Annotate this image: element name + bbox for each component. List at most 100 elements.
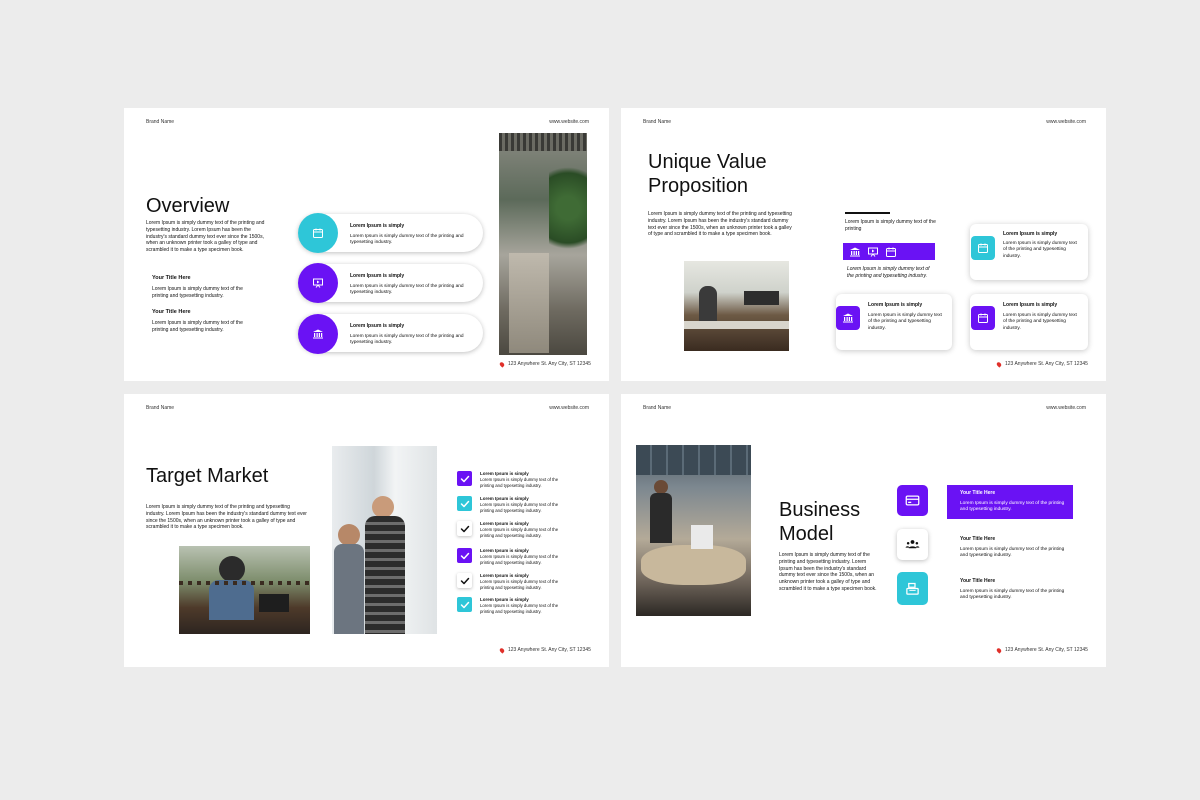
calendar-icon	[977, 242, 989, 254]
address: 123 Anywhere St. Any City, ST 12345	[995, 646, 1088, 654]
feature-text: Lorem Ipsum is simply dummy text of the …	[350, 334, 464, 346]
slide-title: Business Model	[779, 498, 860, 546]
feature-text: Lorem Ipsum is simply dummy text of the …	[350, 234, 464, 246]
value-card-icon-box	[971, 236, 995, 260]
feature-circle	[298, 263, 338, 303]
value-card-icon-box	[836, 306, 860, 330]
model-title: Your Title Here	[960, 578, 996, 584]
value-card-title: Lorem Ipsum is simply	[1003, 302, 1058, 308]
model-title: Your Title Here	[960, 536, 996, 542]
divider	[845, 212, 890, 214]
feature-circle	[298, 213, 338, 253]
check-title: Lorem Ipsum is simply	[480, 496, 529, 501]
checkbox	[457, 471, 472, 486]
presentation-icon	[867, 246, 879, 258]
slide-title: Unique Value Proposition	[648, 150, 767, 198]
mid-caption: Lorem Ipsum is simply dummy text of the …	[847, 266, 930, 279]
check-title: Lorem Ipsum is simply	[480, 521, 529, 526]
bank-icon	[849, 246, 861, 258]
checkbox	[457, 548, 472, 563]
checkmark-icon	[459, 575, 471, 587]
address-text: 123 Anywhere St. Any City, ST 12345	[1005, 361, 1088, 367]
model-text: Lorem Ipsum is simply dummy text of the …	[960, 501, 1065, 513]
office-team-photo	[684, 261, 789, 351]
model-text: Lorem Ipsum is simply dummy text of the …	[960, 589, 1065, 601]
check-text: Lorem Ipsum is simply dummy text of the …	[480, 603, 559, 614]
brand-name: Brand Name	[146, 119, 175, 125]
checkmark-icon	[459, 523, 471, 535]
website: www.website.com	[1046, 405, 1086, 411]
model-text: Lorem Ipsum is simply dummy text of the …	[960, 547, 1065, 559]
title-line: Business	[779, 499, 861, 521]
brand-name: Brand Name	[643, 405, 672, 411]
checkbox	[457, 573, 472, 588]
check-text: Lorem Ipsum is simply dummy text of the …	[480, 554, 559, 565]
website: www.website.com	[549, 405, 589, 411]
check-title: Lorem Ipsum is simply	[480, 597, 529, 602]
title-line: Unique Value	[648, 151, 767, 173]
checkbox	[457, 597, 472, 612]
address-text: 123 Anywhere St. Any City, ST 12345	[508, 647, 591, 653]
feature-title: Lorem Ipsum is simply	[350, 223, 405, 229]
slide-title: Overview	[146, 195, 230, 217]
feature-circle	[298, 314, 338, 354]
location-pin-icon	[995, 360, 1003, 368]
mid-title: Lorem Ipsum is simply dummy text of the …	[845, 219, 936, 232]
title-line: Proposition	[648, 175, 749, 197]
value-card-text: Lorem Ipsum is simply dummy text of the …	[1003, 241, 1077, 259]
address-text: 123 Anywhere St. Any City, ST 12345	[508, 361, 591, 367]
check-text: Lorem Ipsum is simply dummy text of the …	[480, 579, 559, 590]
checkmark-icon	[459, 550, 471, 562]
remote-worker-photo	[179, 546, 310, 634]
location-pin-icon	[498, 646, 506, 654]
value-card-text: Lorem Ipsum is simply dummy text of the …	[1003, 313, 1077, 331]
slide-body: Lorem Ipsum is simply dummy text of the …	[146, 220, 265, 253]
model-icon-box	[897, 485, 928, 516]
item-text: Lorem Ipsum is simply dummy text of the …	[152, 286, 243, 299]
check-title: Lorem Ipsum is simply	[480, 548, 529, 553]
item-text: Lorem Ipsum is simply dummy text of the …	[152, 320, 243, 333]
feature-title: Lorem Ipsum is simply	[350, 323, 405, 329]
team-icon	[905, 537, 920, 552]
feature-text: Lorem Ipsum is simply dummy text of the …	[350, 284, 464, 296]
check-title: Lorem Ipsum is simply	[480, 471, 529, 476]
slide-unique-value-proposition: Brand Name www.website.com Unique Value …	[621, 108, 1106, 381]
bank-icon	[842, 312, 854, 324]
address: 123 Anywhere St. Any City, ST 12345	[995, 360, 1088, 368]
presentation-icon	[312, 277, 324, 289]
slide-overview: Brand Name www.website.com Overview Lore…	[124, 108, 609, 381]
location-pin-icon	[995, 646, 1003, 654]
value-card-title: Lorem Ipsum is simply	[1003, 231, 1058, 237]
model-title: Your Title Here	[960, 490, 996, 496]
address: 123 Anywhere St. Any City, ST 12345	[498, 360, 591, 368]
slide-title: Target Market	[146, 465, 269, 487]
check-text: Lorem Ipsum is simply dummy text of the …	[480, 502, 559, 513]
checkmark-icon	[459, 498, 471, 510]
title-line: Model	[779, 523, 834, 545]
check-text: Lorem Ipsum is simply dummy text of the …	[480, 477, 559, 488]
model-icon-box	[897, 529, 928, 560]
calendar-icon	[977, 312, 989, 324]
checkmark-icon	[459, 473, 471, 485]
checkbox	[457, 496, 472, 511]
cash-register-icon	[905, 581, 920, 596]
icon-bar	[843, 243, 935, 260]
bank-icon	[312, 328, 324, 340]
location-pin-icon	[498, 360, 506, 368]
credit-card-icon	[905, 493, 920, 508]
slide-target-market: Brand Name www.website.com Target Market…	[124, 394, 609, 667]
whiteboard-meeting-photo	[332, 446, 437, 634]
model-icon-box	[897, 572, 928, 605]
check-text: Lorem Ipsum is simply dummy text of the …	[480, 527, 559, 538]
slide-body: Lorem Ipsum is simply dummy text of the …	[648, 211, 792, 238]
value-card-icon-box	[971, 306, 995, 330]
address: 123 Anywhere St. Any City, ST 12345	[498, 646, 591, 654]
address-text: 123 Anywhere St. Any City, ST 12345	[1005, 647, 1088, 653]
calendar-icon	[885, 246, 897, 258]
website: www.website.com	[549, 119, 589, 125]
slide-body: Lorem Ipsum is simply dummy text of the …	[779, 552, 877, 592]
item-title: Your Title Here	[152, 309, 191, 315]
office-hallway-photo	[499, 133, 587, 355]
conference-room-photo	[636, 445, 751, 616]
feature-title: Lorem Ipsum is simply	[350, 273, 405, 279]
